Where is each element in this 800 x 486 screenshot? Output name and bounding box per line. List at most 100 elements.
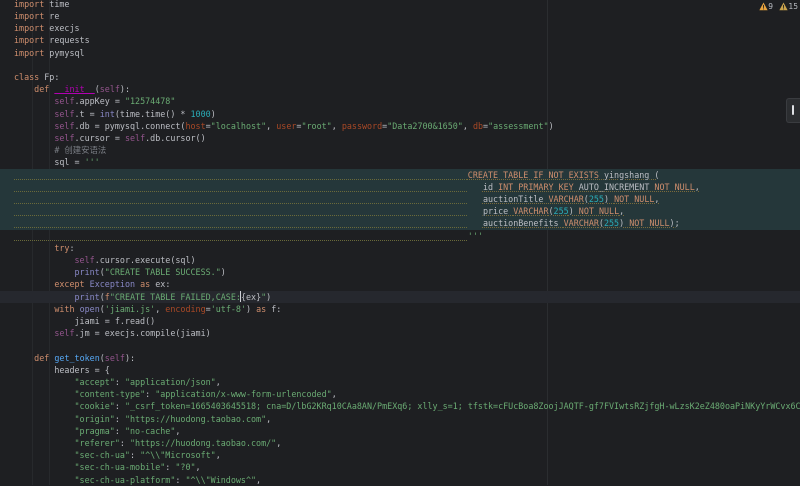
weak-warnings-indicator[interactable]: 15 — [779, 2, 798, 11]
code-line[interactable]: self.jm = execjs.compile(jiami) — [0, 327, 800, 339]
code-token: password — [341, 120, 383, 131]
code-token: ''' — [84, 157, 100, 168]
code-token: class — [14, 72, 40, 82]
code-token: AUTO_INCREMENT — [578, 181, 655, 192]
code-line[interactable] — [0, 59, 800, 71]
code-token: "localhost" — [210, 120, 267, 131]
code-token: "sec-ch-ua-platform" — [74, 474, 176, 485]
code-line[interactable]: self.db = pymysql.connect(host="localhos… — [0, 120, 800, 132]
code-token: ): — [124, 352, 136, 363]
code-line[interactable]: import re — [0, 10, 800, 22]
code-token: , — [619, 206, 625, 217]
code-line[interactable]: jiami = f.read() — [0, 315, 800, 327]
code-token: "^\\"Microsoft" — [140, 450, 216, 461]
code-line[interactable]: "referer": "https://huodong.taobao.com/"… — [0, 437, 800, 449]
code-line[interactable]: import requests — [0, 34, 800, 46]
code-line[interactable]: price VARCHAR(255) NOT NULL, — [0, 205, 800, 218]
code-token: int — [99, 108, 115, 119]
code-line[interactable]: self.appKey = "12574478" — [0, 95, 800, 107]
warnings-indicator[interactable]: 9 — [759, 2, 775, 11]
inspection-status[interactable]: 9 15 — [751, 1, 798, 13]
code-token: import — [14, 35, 45, 46]
code-line[interactable]: # 创建安语法 — [0, 144, 800, 156]
code-token: , — [331, 120, 342, 131]
code-line[interactable]: try: — [0, 242, 800, 254]
code-line[interactable]: "content-type": "application/x-www-form-… — [0, 388, 800, 400]
code-token: : — [114, 377, 125, 387]
code-token: "?0" — [175, 462, 196, 473]
code-token: __init__ — [54, 84, 95, 95]
code-token: self — [99, 84, 120, 95]
code-token: 255 — [588, 194, 604, 204]
code-line[interactable]: print(f"CREATE TABLE FAILED,CASE:{ex}") — [0, 290, 800, 303]
code-token: .db = pymysql.connect( — [74, 120, 186, 131]
code-token: as — [140, 279, 151, 290]
code-token: , — [155, 303, 166, 314]
code-token: except — [54, 279, 85, 290]
code-token: print — [74, 267, 100, 278]
code-token: 'utf-8' — [210, 303, 246, 314]
weak-warnings-count: 15 — [788, 2, 798, 11]
code-line[interactable]: import execjs — [0, 22, 800, 34]
code-token: NOT NULL — [614, 194, 655, 204]
code-line[interactable]: self.cursor = self.db.cursor() — [0, 132, 800, 144]
code-line[interactable]: sql = ''' — [0, 156, 800, 168]
code-token: user — [276, 120, 297, 131]
code-line[interactable]: "sec-ch-ua-mobile": "?0", — [0, 461, 800, 473]
code-token: NOT NULL — [654, 181, 695, 192]
code-line[interactable]: auctionBenefits VARCHAR(255) NOT NULL); — [0, 217, 800, 230]
code-token: ) — [210, 108, 216, 119]
code-token: : — [129, 450, 141, 461]
code-line[interactable]: "sec-ch-ua": "^\\"Microsoft", — [0, 449, 800, 461]
code-line[interactable]: print("CREATE TABLE SUCCESS.") — [0, 266, 800, 278]
code-token: : — [165, 462, 176, 473]
code-editor[interactable]: import time import re import execjs import … — [0, 0, 800, 485]
code-token: import — [14, 0, 45, 9]
code-line[interactable]: "origin": "https://huodong.taobao.com", — [0, 413, 800, 425]
code-token: "no-cache" — [124, 425, 176, 436]
code-line[interactable]: self.t = int(time.time() * 1000) — [0, 108, 800, 120]
code-line[interactable]: headers = { — [0, 364, 800, 376]
code-token: "pragma" — [74, 425, 115, 436]
code-line[interactable]: class Fp: — [0, 71, 800, 83]
code-token: .db.cursor() — [145, 133, 206, 143]
right-side-panel-handle[interactable] — [786, 98, 800, 123]
code-token: self — [74, 255, 95, 265]
code-line[interactable]: "cookie": "_csrf_token=1665403645518; cn… — [0, 400, 800, 412]
code-token: "_csrf_token=1665403645518; cna=D/lbG2KR… — [124, 401, 800, 412]
code-token: re — [44, 11, 60, 21]
code-line[interactable]: self.cursor.execute(sql) — [0, 254, 800, 266]
code-line[interactable]: def __init__(self): — [0, 83, 800, 95]
code-token: sql = — [14, 157, 85, 168]
code-token: , — [215, 377, 221, 387]
code-line[interactable]: import time — [0, 0, 800, 10]
code-line[interactable]: "accept": "application/json", — [0, 376, 800, 388]
code-token: , — [215, 450, 221, 461]
code-line[interactable] — [0, 339, 800, 351]
code-token: , — [195, 462, 201, 473]
code-line[interactable]: id INT PRIMARY KEY AUTO_INCREMENT NOT NU… — [0, 180, 800, 193]
code-line[interactable]: auctionTitle VARCHAR(255) NOT NULL, — [0, 193, 800, 206]
code-line[interactable]: import pymysql — [0, 47, 800, 59]
code-token: # 创建安语法 — [54, 145, 107, 156]
code-line[interactable]: with open('jiami.js', encoding='utf-8') … — [0, 303, 800, 315]
code-token: , — [256, 474, 262, 485]
code-token: , — [266, 120, 277, 131]
code-token: try — [54, 242, 70, 253]
code-line[interactable]: except Exception as ex: — [0, 278, 800, 290]
code-line[interactable]: CREATE TABLE IF NOT EXISTS yingshang ( — [0, 168, 800, 181]
code-line[interactable]: "pragma": "no-cache", — [0, 425, 800, 437]
code-line[interactable]: def get_token(self): — [0, 352, 800, 364]
code-line[interactable]: ''' — [0, 230, 800, 242]
code-line[interactable]: "sec-ch-ua-platform": "^\\"Windows^", — [0, 474, 800, 486]
